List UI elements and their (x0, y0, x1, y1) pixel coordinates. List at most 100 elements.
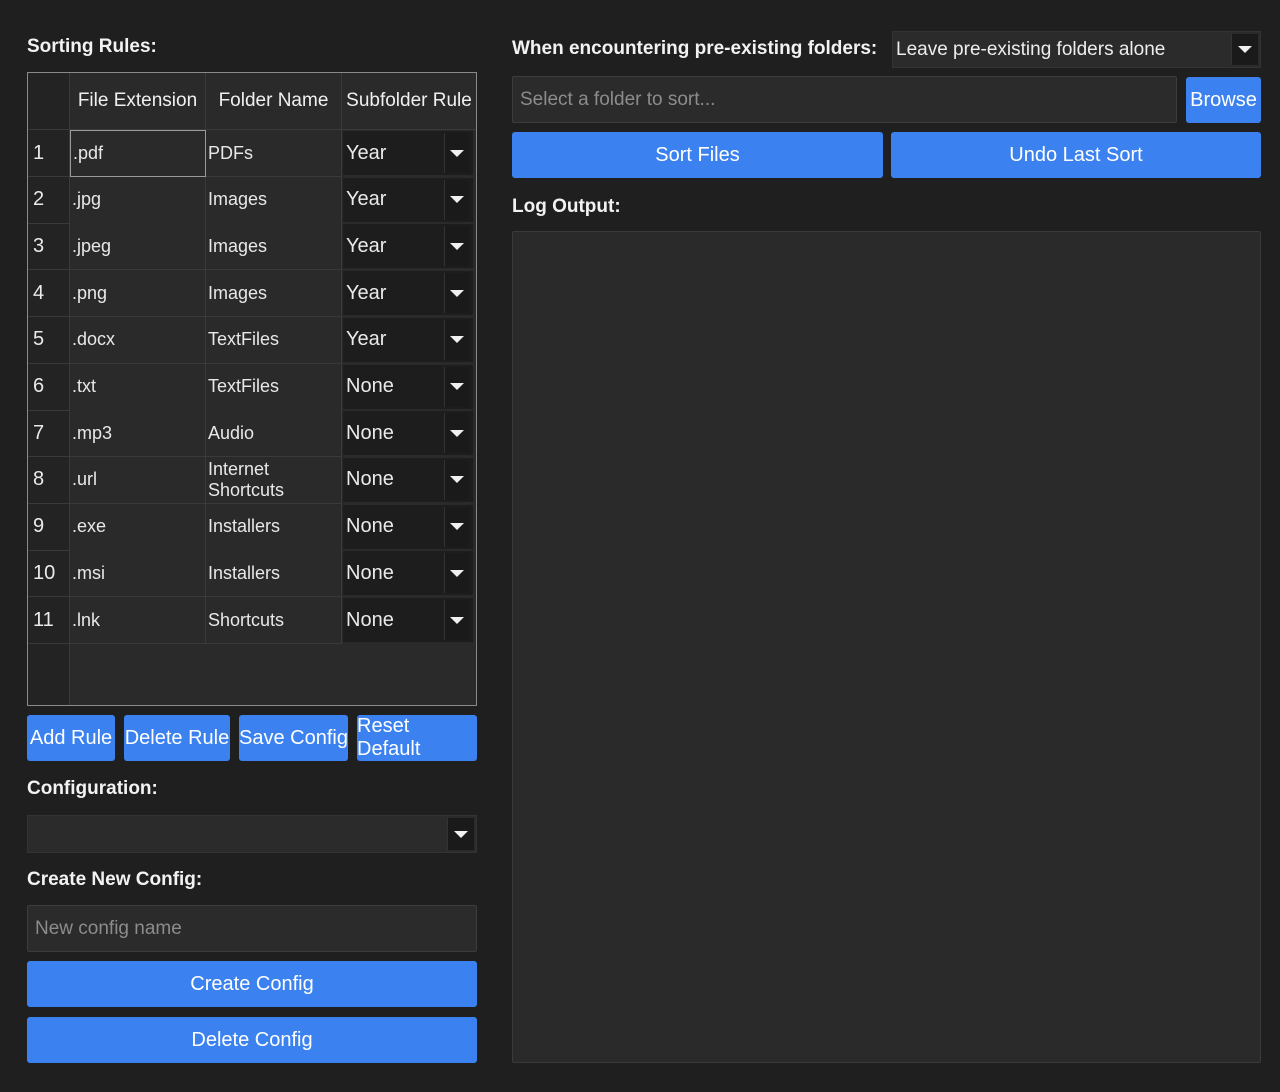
cell-folder-name[interactable]: TextFiles (206, 316, 342, 364)
subfolder-rule-value: Year (346, 141, 387, 164)
cell-folder-name[interactable]: TextFiles (206, 363, 342, 411)
table-row[interactable]: 9 .exe Installers None (28, 503, 476, 551)
table-row[interactable]: 4 .png Images Year (28, 270, 476, 318)
subfolder-rule-select[interactable]: None (343, 364, 473, 409)
subfolder-rule-select[interactable]: None (343, 411, 473, 456)
table-row[interactable]: 7 .mp3 Audio None (28, 410, 476, 458)
configuration-label: Configuration: (27, 778, 158, 799)
log-output-label: Log Output: (512, 196, 621, 217)
create-config-button[interactable]: Create Config (27, 961, 477, 1007)
row-number: 3 (28, 223, 70, 271)
cell-file-extension[interactable]: .jpeg (70, 223, 206, 271)
chevron-down-icon[interactable] (447, 818, 474, 850)
cell-file-extension[interactable]: .msi (70, 550, 206, 598)
browse-button[interactable]: Browse (1186, 77, 1261, 123)
table-row[interactable]: 1 .pdf PDFs Year (28, 130, 476, 177)
subfolder-rule-value: None (346, 421, 394, 444)
subfolder-rule-select[interactable]: None (343, 457, 473, 502)
row-number: 7 (28, 410, 70, 458)
chevron-down-icon[interactable] (444, 600, 469, 640)
delete-rule-button[interactable]: Delete Rule (124, 715, 230, 761)
cell-folder-name[interactable]: Installers (206, 503, 342, 551)
table-row[interactable]: 3 .jpeg Images Year (28, 223, 476, 271)
subfolder-rule-select[interactable]: None (343, 504, 473, 549)
cell-folder-name[interactable]: Internet Shortcuts (206, 456, 342, 504)
table-row[interactable]: 2 .jpg Images Year (28, 176, 476, 224)
chevron-down-icon[interactable] (444, 506, 469, 547)
cell-file-extension[interactable]: .url (70, 456, 206, 504)
chevron-down-icon[interactable] (444, 553, 469, 594)
table-row[interactable]: 11 .lnk Shortcuts None (28, 597, 476, 644)
column-header-file-extension[interactable]: File Extension (70, 73, 206, 130)
cell-file-extension[interactable]: .jpg (70, 176, 206, 224)
row-number: 8 (28, 457, 70, 504)
folder-path-input[interactable]: Select a folder to sort... (512, 76, 1177, 123)
preexisting-folders-select[interactable]: Leave pre-existing folders alone (892, 31, 1261, 68)
row-number: 1 (28, 130, 70, 177)
cell-folder-name[interactable]: Shortcuts (206, 597, 342, 644)
table-row[interactable]: 10 .msi Installers None (28, 550, 476, 598)
chevron-down-icon[interactable] (444, 273, 469, 314)
rules-table: File Extension Folder Name Subfolder Rul… (27, 72, 477, 706)
cell-folder-name[interactable]: Audio (206, 410, 342, 458)
table-row[interactable]: 6 .txt TextFiles None (28, 363, 476, 411)
subfolder-rule-value: Year (346, 234, 387, 257)
subfolder-rule-value: None (346, 375, 394, 397)
add-rule-button[interactable]: Add Rule (27, 715, 115, 761)
chevron-down-icon[interactable] (444, 179, 469, 220)
preexisting-folders-value: Leave pre-existing folders alone (896, 38, 1166, 60)
new-config-name-input[interactable]: New config name (27, 905, 477, 952)
row-number: 6 (28, 364, 70, 411)
chevron-down-icon[interactable] (444, 226, 469, 267)
cell-folder-name[interactable]: Images (206, 176, 342, 224)
cell-folder-name[interactable]: Images (206, 223, 342, 271)
table-row[interactable]: 5 .docx TextFiles Year (28, 316, 476, 364)
delete-config-button[interactable]: Delete Config (27, 1017, 477, 1063)
chevron-down-icon[interactable] (444, 319, 469, 360)
chevron-down-icon[interactable] (444, 366, 469, 407)
cell-folder-name[interactable]: PDFs (206, 130, 342, 177)
subfolder-rule-value: None (346, 515, 394, 538)
chevron-down-icon[interactable] (444, 413, 469, 454)
create-new-config-label: Create New Config: (27, 869, 203, 890)
subfolder-rule-value: Year (346, 328, 387, 351)
save-config-button[interactable]: Save Config (239, 715, 348, 761)
column-header-folder-name[interactable]: Folder Name (206, 73, 342, 130)
cell-file-extension[interactable]: .txt (70, 363, 206, 411)
subfolder-rule-select[interactable]: Year (343, 271, 473, 316)
cell-folder-name[interactable]: Installers (206, 550, 342, 598)
row-number: 9 (28, 504, 70, 551)
chevron-down-icon[interactable] (1231, 34, 1258, 65)
chevron-down-icon[interactable] (444, 133, 469, 173)
subfolder-rule-select[interactable]: Year (343, 224, 473, 269)
log-output-area[interactable] (512, 231, 1261, 1063)
subfolder-rule-select[interactable]: None (343, 551, 473, 596)
subfolder-rule-select[interactable]: None (343, 598, 473, 642)
sorting-rules-label: Sorting Rules: (27, 36, 157, 57)
cell-file-extension[interactable]: .png (70, 270, 206, 318)
configuration-select[interactable] (27, 815, 477, 853)
cell-file-extension[interactable]: .pdf (70, 130, 206, 177)
cell-file-extension[interactable]: .exe (70, 503, 206, 551)
cell-file-extension[interactable]: .mp3 (70, 410, 206, 458)
sort-files-button[interactable]: Sort Files (512, 132, 883, 178)
subfolder-rule-select[interactable]: Year (343, 131, 473, 175)
table-row[interactable]: 8 .url Internet Shortcuts None (28, 456, 476, 504)
subfolder-rule-select[interactable]: Year (343, 317, 473, 362)
chevron-down-icon[interactable] (444, 459, 469, 500)
row-number: 4 (28, 270, 70, 318)
row-number: 11 (28, 597, 70, 644)
undo-last-sort-button[interactable]: Undo Last Sort (891, 132, 1261, 178)
subfolder-rule-select[interactable]: Year (343, 177, 473, 222)
subfolder-rule-value: Year (346, 281, 387, 304)
subfolder-rule-value: None (346, 561, 394, 584)
cell-file-extension[interactable]: .lnk (70, 597, 206, 644)
table-corner (28, 73, 70, 130)
subfolder-rule-value: None (346, 608, 394, 631)
row-number: 10 (28, 550, 70, 598)
reset-default-button[interactable]: Reset Default (357, 715, 477, 761)
subfolder-rule-value: Year (346, 188, 387, 211)
column-header-subfolder-rule[interactable]: Subfolder Rule (342, 73, 476, 130)
cell-folder-name[interactable]: Images (206, 270, 342, 318)
cell-file-extension[interactable]: .docx (70, 316, 206, 364)
